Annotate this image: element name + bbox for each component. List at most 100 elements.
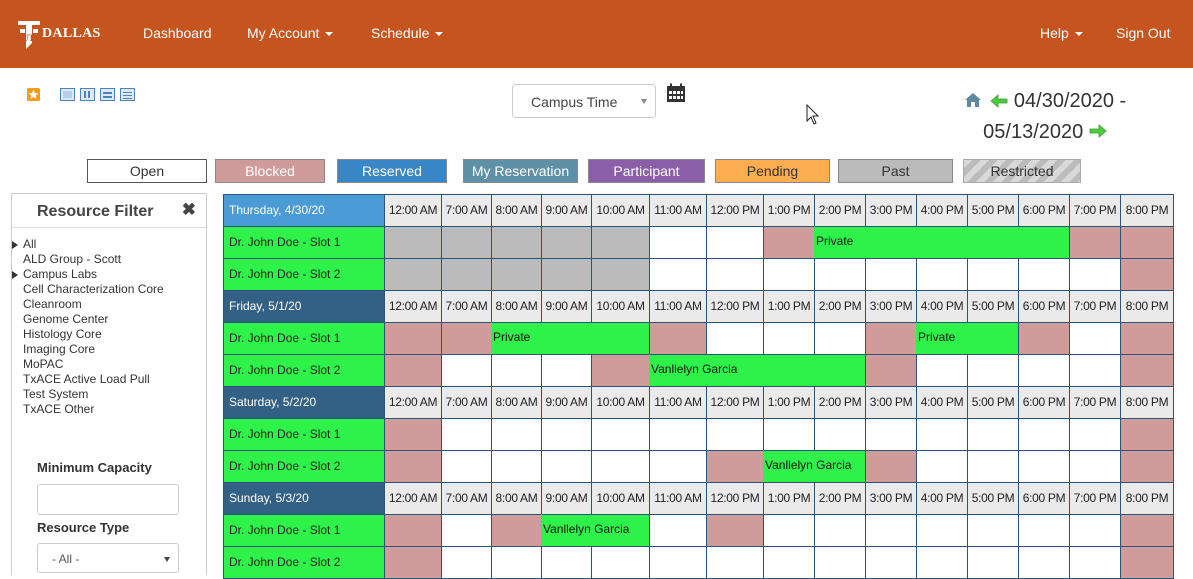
nav-help[interactable]: Help [1040,25,1083,41]
timezone-select[interactable]: Campus Time [512,84,656,118]
open-slot[interactable] [814,418,866,451]
resource-item-test-system[interactable]: Test System [12,387,164,402]
reservation-block[interactable] [541,514,650,547]
open-slot[interactable] [865,418,917,451]
open-slot[interactable] [916,450,968,483]
open-slot[interactable] [763,514,815,547]
arrow-right-icon[interactable] [1089,117,1107,147]
open-slot[interactable] [1069,418,1121,451]
open-slot[interactable] [865,514,917,547]
open-slot[interactable] [649,226,707,259]
open-slot[interactable] [441,450,492,483]
close-icon[interactable]: ✖ [182,200,196,220]
resource-item-cell-characterization-core[interactable]: Cell Characterization Core [12,282,164,297]
open-slot[interactable] [814,546,866,579]
reservation-block[interactable] [814,226,1070,259]
open-slot[interactable] [441,418,492,451]
open-slot[interactable] [865,546,917,579]
open-slot[interactable] [1069,322,1121,355]
min-capacity-input[interactable] [37,484,179,515]
resource-row-label[interactable]: Dr. John Doe - Slot 1 [223,322,385,355]
reservation-block[interactable] [649,354,866,387]
open-slot[interactable] [706,322,764,355]
open-slot[interactable] [814,322,866,355]
open-slot[interactable] [814,258,866,291]
open-slot[interactable] [814,514,866,547]
open-slot[interactable] [967,514,1019,547]
resource-row-label[interactable]: Dr. John Doe - Slot 1 [223,514,385,547]
open-slot[interactable] [541,354,592,387]
open-slot[interactable] [1069,514,1121,547]
open-slot[interactable] [1069,258,1121,291]
open-slot[interactable] [967,258,1019,291]
open-slot[interactable] [967,450,1019,483]
favorite-star-icon[interactable] [27,88,40,101]
open-slot[interactable] [541,418,592,451]
open-slot[interactable] [865,258,917,291]
open-slot[interactable] [763,546,815,579]
nav-schedule[interactable]: Schedule [371,25,444,41]
open-slot[interactable] [1018,546,1070,579]
open-slot[interactable] [441,354,492,387]
open-slot[interactable] [706,546,764,579]
open-slot[interactable] [649,418,707,451]
open-slot[interactable] [763,418,815,451]
open-slot[interactable] [1069,546,1121,579]
open-slot[interactable] [916,546,968,579]
resource-item-campus-labs[interactable]: Campus Labs [12,267,164,282]
open-slot[interactable] [916,258,968,291]
resource-type-select[interactable]: - All - [37,543,179,573]
open-slot[interactable] [541,546,592,579]
calendar-icon[interactable] [666,83,686,108]
resource-row-label[interactable]: Dr. John Doe - Slot 2 [223,258,385,291]
open-slot[interactable] [1018,354,1070,387]
open-slot[interactable] [967,546,1019,579]
open-slot[interactable] [541,450,592,483]
resource-item-cleanroom[interactable]: Cleanroom [12,297,164,312]
open-slot[interactable] [1018,450,1070,483]
open-slot[interactable] [763,258,815,291]
nav-dashboard[interactable]: Dashboard [143,25,212,41]
open-slot[interactable] [591,450,650,483]
open-slot[interactable] [1018,514,1070,547]
resource-item-genome-center[interactable]: Genome Center [12,312,164,327]
open-slot[interactable] [649,258,707,291]
resource-item-all[interactable]: All [12,237,164,252]
resource-row-label[interactable]: Dr. John Doe - Slot 2 [223,450,385,483]
arrow-left-icon[interactable] [990,87,1008,117]
open-slot[interactable] [706,258,764,291]
open-slot[interactable] [491,354,542,387]
reservation-block[interactable] [491,322,650,355]
layout-columns-icon[interactable] [80,88,95,101]
resource-item-txace-active-load-pull[interactable]: TxACE Active Load Pull [12,372,164,387]
open-slot[interactable] [649,514,707,547]
open-slot[interactable] [916,418,968,451]
nav-sign-out[interactable]: Sign Out [1116,25,1170,41]
open-slot[interactable] [649,546,707,579]
nav-my-account[interactable]: My Account [247,25,334,41]
resource-item-histology-core[interactable]: Histology Core [12,327,164,342]
home-icon[interactable] [964,87,982,117]
open-slot[interactable] [1018,418,1070,451]
open-slot[interactable] [1069,450,1121,483]
reservation-block[interactable] [763,450,866,483]
resource-item-ald-group-scott[interactable]: ALD Group - Scott [12,252,164,267]
resource-row-label[interactable]: Dr. John Doe - Slot 2 [223,546,385,579]
resource-row-label[interactable]: Dr. John Doe - Slot 2 [223,354,385,387]
resource-item-imaging-core[interactable]: Imaging Core [12,342,164,357]
resource-row-label[interactable]: Dr. John Doe - Slot 1 [223,226,385,259]
open-slot[interactable] [491,546,542,579]
reservation-block[interactable] [916,322,1019,355]
ut-dallas-logo[interactable]: UT DALLAS [16,14,101,54]
open-slot[interactable] [491,418,542,451]
open-slot[interactable] [491,450,542,483]
open-slot[interactable] [441,514,492,547]
open-slot[interactable] [967,418,1019,451]
open-slot[interactable] [706,226,764,259]
open-slot[interactable] [916,354,968,387]
open-slot[interactable] [916,514,968,547]
resource-item-mopac[interactable]: MoPAC [12,357,164,372]
resource-item-txace-other[interactable]: TxACE Other [12,402,164,417]
layout-single-icon[interactable] [60,88,75,101]
open-slot[interactable] [1018,258,1070,291]
